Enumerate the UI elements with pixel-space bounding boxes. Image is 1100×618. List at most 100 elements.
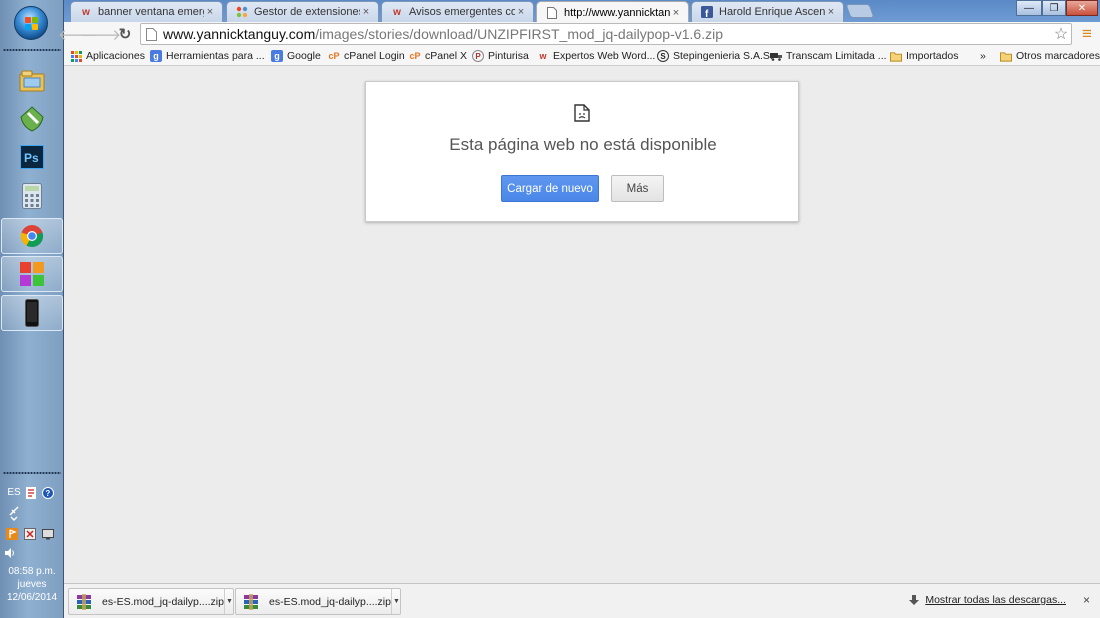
bookmark-star-icon[interactable]: ☆ (1052, 25, 1070, 43)
clock-time[interactable]: 08:58 p.m. (0, 566, 64, 578)
bookmark-pinturisa[interactable]: P Pinturisa (472, 48, 529, 64)
windows-taskbar: Ps ES ? 08:58 p.m. jueves 12/06/2014 (0, 0, 64, 618)
bookmark-folder-otros[interactable]: Otros marcadores (1000, 48, 1100, 64)
minimize-button[interactable]: — (1016, 0, 1042, 16)
bookmark-herramientas[interactable]: g Herramientas para ... (150, 48, 265, 64)
tab-strip: w banner ventana emergent × Gestor de ex… (64, 0, 1100, 23)
tab-close-icon[interactable]: × (515, 6, 527, 18)
show-hidden-icons-icon[interactable] (8, 513, 20, 525)
show-all-label: Mostrar todas las descargas... (925, 594, 1066, 606)
security-alert-icon[interactable] (24, 528, 36, 540)
cpanel-icon: cP (328, 51, 340, 61)
url-host: www.yannicktanguy.com (163, 26, 316, 42)
calculator-app-icon[interactable] (15, 181, 49, 211)
bookmark-label: Pinturisa (488, 50, 529, 62)
tab-close-icon[interactable]: × (670, 7, 682, 19)
bookmark-folder-importados[interactable]: Importados (890, 48, 959, 64)
photoshop-app-icon[interactable]: Ps (15, 142, 49, 172)
new-tab-button[interactable] (845, 4, 875, 18)
bookmark-cpanel-x[interactable]: cP cPanel X (409, 48, 467, 64)
bookmark-cpanel-login[interactable]: cP cPanel Login (328, 48, 405, 64)
clock-date[interactable]: 12/06/2014 (0, 592, 64, 604)
show-all-downloads-link[interactable]: Mostrar todas las descargas... (909, 594, 1066, 606)
start-button[interactable] (14, 6, 48, 40)
volume-icon[interactable] (4, 547, 16, 559)
language-indicator[interactable]: ES (0, 487, 46, 499)
reload-button[interactable]: Cargar de nuevo (501, 175, 599, 202)
tab-title: Harold Enrique Ascencio (719, 6, 825, 18)
folder-icon (1000, 50, 1012, 62)
bookmark-aplicaciones[interactable]: Aplicaciones (70, 48, 145, 64)
maximize-button[interactable]: ❐ (1042, 0, 1066, 16)
folder-icon (890, 50, 902, 62)
steping-icon: S (657, 50, 669, 62)
tab-close-icon[interactable]: × (825, 6, 837, 18)
transcam-icon (770, 50, 782, 62)
svg-text:?: ? (45, 489, 50, 498)
bookmark-label: cPanel X (425, 50, 468, 62)
close-window-button[interactable]: ✕ (1066, 0, 1098, 16)
download-item[interactable]: es-ES.mod_jq-dailyp....zip ▼ (235, 588, 401, 615)
download-menu-caret-icon[interactable]: ▼ (390, 589, 401, 614)
tab-avisos-emergentes[interactable]: w Avisos emergentes con jQ × (381, 1, 534, 22)
address-bar[interactable]: www.yannicktanguy.com/images/stories/dow… (140, 23, 1072, 45)
bookmark-stepingenieria[interactable]: S Stepingenieria S.A.S. (657, 48, 773, 64)
winrar-icon (77, 593, 91, 610)
taskbar-grip[interactable] (3, 48, 61, 52)
download-filename: es-ES.mod_jq-dailyp....zip (102, 595, 224, 608)
reload-icon[interactable]: ↻ (116, 25, 134, 43)
apps-grid-icon (70, 50, 82, 62)
error-title: Esta página web no está disponible (449, 135, 717, 154)
tab-banner-ventana[interactable]: w banner ventana emergent × (70, 1, 223, 22)
bookmarks-overflow-chevron[interactable]: » (980, 48, 986, 64)
colors-app-icon[interactable] (1, 256, 63, 292)
bookmark-transcam[interactable]: Transcam Limitada ... (770, 48, 887, 64)
forward-arrow-icon[interactable]: 🡒 (81, 25, 121, 44)
bookmark-label: Google (287, 50, 321, 62)
tab-title: Avisos emergentes con jQ (409, 6, 515, 18)
chrome-app-icon[interactable] (1, 218, 63, 254)
bookmark-google[interactable]: g Google (271, 48, 321, 64)
wix-icon: w (539, 51, 547, 61)
error-card: Esta página web no está disponible Carga… (365, 81, 799, 222)
phone-app-icon[interactable] (1, 295, 63, 331)
tab-facebook-harold[interactable]: f Harold Enrique Ascencio × (691, 1, 844, 22)
windows-flag-icon (25, 17, 39, 31)
facebook-icon: f (700, 5, 714, 19)
winrar-icon (244, 593, 258, 610)
download-filename: es-ES.mod_jq-dailyp....zip (269, 595, 391, 608)
download-item[interactable]: es-ES.mod_jq-dailyp....zip ▼ (68, 588, 234, 615)
chrome-menu-icon[interactable]: ≡ (1078, 24, 1096, 43)
close-shelf-icon[interactable]: × (1083, 593, 1090, 607)
bookmark-label: Transcam Limitada ... (786, 50, 887, 62)
broken-page-icon (574, 104, 590, 122)
bookmark-label: Importados (906, 50, 959, 62)
keyboard-layout-icon[interactable] (25, 487, 37, 499)
more-button[interactable]: Más (611, 175, 664, 202)
help-icon[interactable]: ? (42, 487, 54, 499)
flag-notification-icon[interactable] (6, 528, 18, 540)
inkscape-app-icon[interactable] (15, 104, 49, 134)
google-g-icon: g (150, 50, 162, 62)
page-icon (545, 6, 559, 20)
tab-close-icon[interactable]: × (204, 6, 216, 18)
clock-day[interactable]: jueves (0, 579, 64, 591)
tab-yannicktanguy[interactable]: http://www.yannicktangu × (536, 1, 689, 23)
display-icon[interactable] (42, 528, 54, 540)
download-menu-caret-icon[interactable]: ▼ (223, 589, 234, 614)
url-path: /images/stories/download/UNZIPFIRST_mod_… (315, 26, 723, 42)
browser-toolbar: 🡐 🡒 ↻ www.yannicktanguy.com/images/stori… (58, 22, 1100, 46)
tab-title: Gestor de extensiones - In (254, 6, 360, 18)
svg-text:Ps: Ps (24, 151, 39, 165)
bookmark-label: cPanel Login (344, 50, 405, 62)
bookmark-label: Otros marcadores (1016, 50, 1100, 62)
taskbar-tray-grip[interactable] (3, 471, 61, 475)
bookmark-label: Stepingenieria S.A.S. (673, 50, 773, 62)
explorer-app-icon[interactable] (15, 66, 49, 96)
tab-title: banner ventana emergent (98, 6, 204, 18)
bookmark-expertos-web[interactable]: w Expertos Web Word... (537, 48, 655, 64)
tab-close-icon[interactable]: × (360, 6, 372, 18)
page-content: Esta página web no está disponible Carga… (64, 67, 1100, 583)
download-arrow-icon (909, 594, 920, 605)
tab-gestor-extensiones[interactable]: Gestor de extensiones - In × (226, 1, 379, 22)
